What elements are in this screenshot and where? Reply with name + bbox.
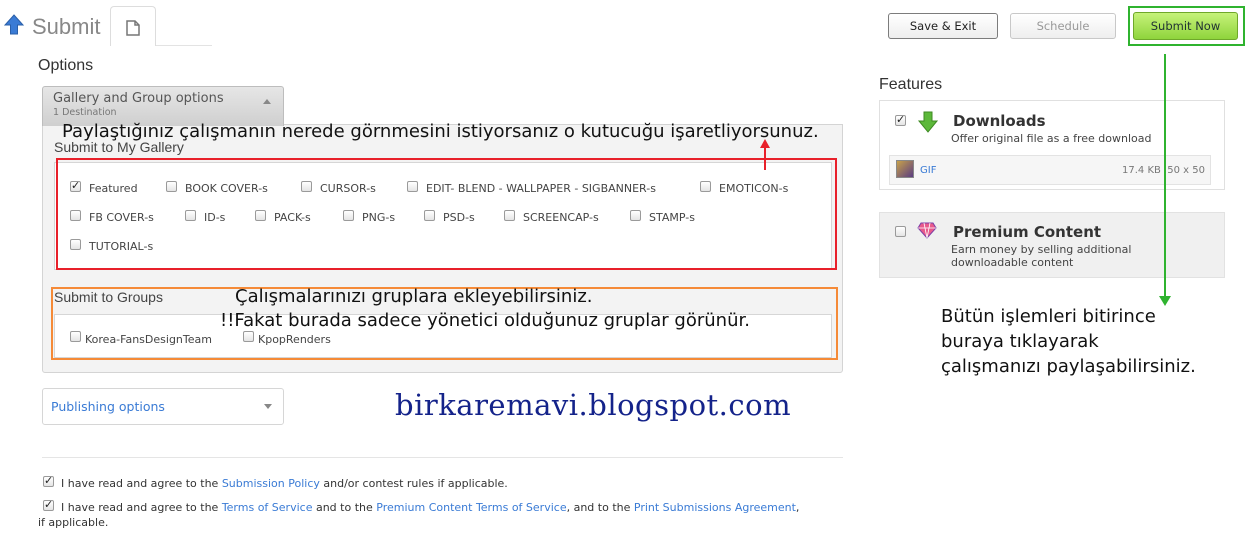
header-divider xyxy=(156,45,212,46)
annotation-submit-note-3: çalışmanızı paylaşabilirsiniz. xyxy=(941,356,1196,377)
file-type: GIF xyxy=(920,165,937,176)
schedule-button[interactable]: Schedule xyxy=(1010,13,1116,39)
checkbox-submission-policy[interactable] xyxy=(43,474,54,487)
downloads-title: Downloads xyxy=(953,112,1046,130)
features-title: Features xyxy=(879,76,943,93)
back-arrow-icon[interactable] xyxy=(3,14,25,36)
agreement-line-3: if applicable. xyxy=(38,516,109,529)
agreement-text: , and to the xyxy=(566,501,634,514)
caret-up-icon[interactable] xyxy=(263,99,271,104)
premium-gem-icon xyxy=(917,221,937,243)
annotation-groups-note-2: !!Fakat burada sadece yönetici olduğunuz… xyxy=(220,310,750,331)
annotation-submit-note-1: Bütün işlemleri bitirince xyxy=(941,306,1156,327)
checkbox-terms-of-service[interactable] xyxy=(43,498,54,511)
agreement-line-2: I have read and agree to the Terms of Se… xyxy=(61,501,799,514)
submit-now-button[interactable]: Submit Now xyxy=(1133,12,1238,40)
print-agreement-link[interactable]: Print Submissions Agreement xyxy=(634,501,796,514)
gallery-group-subtitle: 1 Destination xyxy=(53,107,117,118)
annotation-groups-note-1: Çalışmalarınızı gruplara ekleyebilirsini… xyxy=(235,286,593,307)
annotation-submit-note-2: buraya tıklayarak xyxy=(941,331,1099,352)
green-arrow-line xyxy=(1164,54,1166,300)
agreement-text: , xyxy=(795,501,800,514)
red-arrow-up-icon xyxy=(760,139,770,148)
gallery-highlight-box xyxy=(56,158,837,270)
gallery-group-title: Gallery and Group options xyxy=(53,91,224,106)
premium-terms-link[interactable]: Premium Content Terms of Service xyxy=(376,501,566,514)
premium-desc-1: Earn money by selling additional xyxy=(951,243,1132,256)
agreement-text: and/or contest rules if applicable. xyxy=(319,477,508,490)
options-title: Options xyxy=(38,57,94,74)
checkbox-downloads[interactable] xyxy=(895,113,906,126)
publishing-options-label: Publishing options xyxy=(51,399,165,414)
tab-document[interactable] xyxy=(110,6,156,46)
terms-of-service-link[interactable]: Terms of Service xyxy=(222,501,313,514)
agreement-text: I have read and agree to the xyxy=(61,477,222,490)
green-arrow-down-icon xyxy=(1159,296,1171,306)
agreement-text: I have read and agree to the xyxy=(61,501,222,514)
annotation-gallery-note: Paylaştığınız çalışmanın nerede görnmesi… xyxy=(62,121,819,142)
section-divider xyxy=(42,457,843,458)
downloads-desc: Offer original file as a free download xyxy=(951,132,1152,145)
document-icon xyxy=(126,20,140,36)
checkbox-premium-content[interactable] xyxy=(895,226,906,237)
premium-title: Premium Content xyxy=(953,223,1102,241)
agreement-line-1: I have read and agree to the Submission … xyxy=(61,477,508,490)
file-thumbnail-icon xyxy=(896,160,914,178)
download-arrow-icon xyxy=(917,111,939,137)
red-arrow-line xyxy=(764,146,766,170)
agreement-text: and to the xyxy=(312,501,377,514)
caret-down-icon[interactable] xyxy=(264,404,272,409)
page-title: Submit xyxy=(32,14,101,39)
submission-policy-link[interactable]: Submission Policy xyxy=(222,477,320,490)
save-exit-button[interactable]: Save & Exit xyxy=(888,13,998,39)
premium-desc-2: downloadable content xyxy=(951,256,1074,269)
blog-watermark: birkaremavi.blogspot.com xyxy=(395,388,792,422)
